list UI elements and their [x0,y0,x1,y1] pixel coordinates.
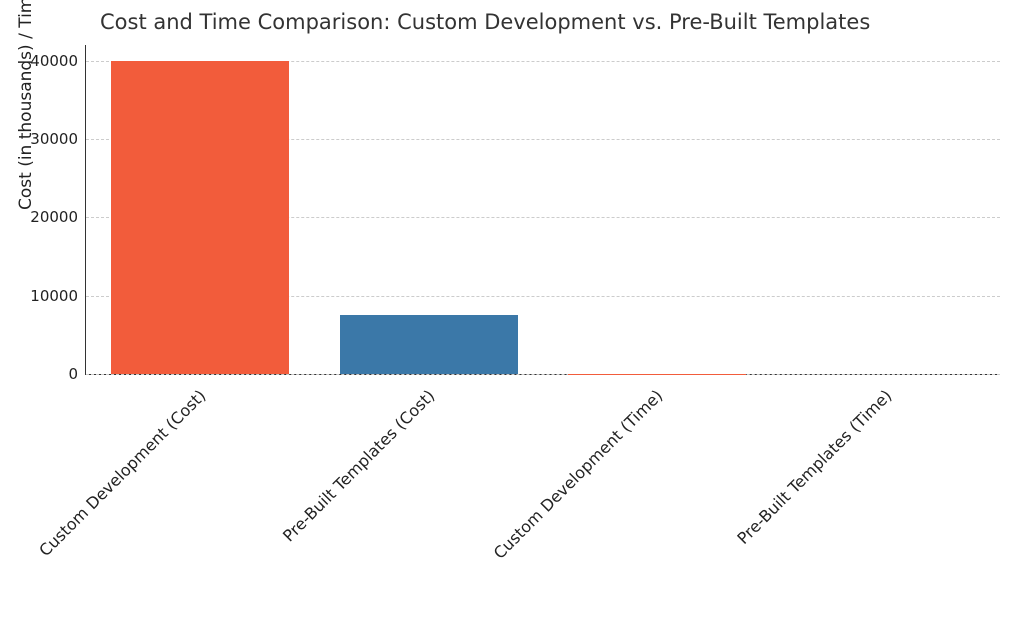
y-tick-label: 10000 [8,287,78,305]
bar [340,315,518,374]
gridline [86,374,1000,375]
x-tick-label: Custom Development (Cost) [36,386,210,560]
y-tick-label: 30000 [8,130,78,148]
plot-area: 010000200003000040000Custom Development … [85,45,1000,375]
bar [111,61,289,374]
x-tick-label: Pre-Built Templates (Cost) [279,386,438,545]
y-tick-label: 0 [8,365,78,383]
chart-title: Cost and Time Comparison: Custom Develop… [100,10,870,34]
chart-container: Cost and Time Comparison: Custom Develop… [0,0,1024,628]
x-tick-label: Pre-Built Templates (Time) [733,386,895,548]
y-axis-label: Cost (in thousands) / Time (in weeks) [16,0,36,210]
x-tick-label: Custom Development (Time) [490,386,667,563]
y-tick-label: 40000 [8,52,78,70]
y-tick-label: 20000 [8,208,78,226]
